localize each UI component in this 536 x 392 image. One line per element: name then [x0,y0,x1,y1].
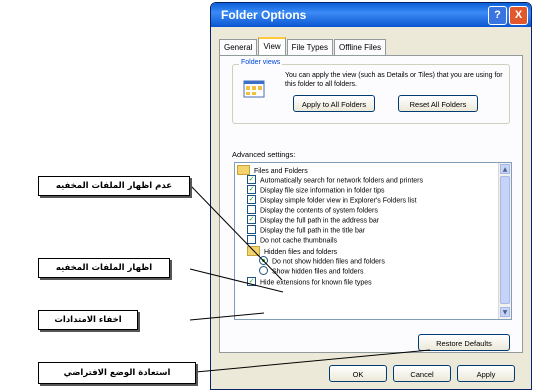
apply-button[interactable]: Apply [457,365,515,382]
folder-views-description: You can apply the view (such as Details … [285,72,503,88]
tree-scrollbar[interactable]: ▲ ▼ [498,163,511,319]
option-do-not-show-hidden[interactable]: Do not show hidden files and folders [259,256,385,267]
tab-general[interactable]: General [219,39,258,56]
checkbox[interactable]: ✓ [247,195,256,204]
tab-strip: General View File Types Offline Files [219,37,387,57]
dialog-title: Folder Options [221,8,307,22]
advanced-settings-tree[interactable]: Files and Folders ✓ Automatically search … [234,162,512,320]
radio-button[interactable] [259,256,268,265]
option-file-size-tips[interactable]: ✓ Display file size information in folder… [247,185,385,196]
cancel-button[interactable]: Cancel [393,365,451,382]
option-full-path-address-bar[interactable]: ✓ Display the full path in the address ba… [247,215,379,226]
option-system-folder-contents[interactable]: Display the contents of system folders [247,205,378,216]
checkbox[interactable] [247,235,256,244]
advanced-settings-label: Advanced settings: [232,150,296,159]
tab-file-types[interactable]: File Types [286,39,333,56]
callout-hide-extensions: اخفاء الامتدادات [38,310,138,330]
ok-button[interactable]: OK [329,365,387,382]
scroll-down-arrow-icon[interactable]: ▼ [500,307,510,317]
restore-defaults-button[interactable]: Restore Defaults [418,334,510,351]
close-button[interactable]: X [509,6,528,25]
tab-view[interactable]: View [258,37,286,57]
checkbox[interactable]: ✓ [247,185,256,194]
help-button[interactable]: ? [488,6,507,25]
option-hide-extensions[interactable]: ✓ Hide extensions for known file types [247,277,372,288]
option-simple-folder-view[interactable]: ✓ Display simple folder view in Explorer'… [247,195,417,206]
option-no-cache-thumbnails[interactable]: Do not cache thumbnails [247,235,337,246]
folder-view-icon [243,80,265,98]
folder-views-title: Folder views [239,59,283,66]
reset-all-folders-button[interactable]: Reset All Folders [398,95,478,112]
radio-button[interactable] [259,266,268,275]
callout-show-hidden: اظهار الملفات المخفيه [38,258,170,278]
checkbox[interactable] [247,205,256,214]
option-show-hidden[interactable]: Show hidden files and folders [259,266,363,277]
folder-options-dialog: Folder Options ? X General View File Typ… [210,2,532,390]
checkbox[interactable]: ✓ [247,215,256,224]
scroll-thumb[interactable] [500,176,510,304]
view-tab-panel: Folder views You can apply the view (suc… [219,55,523,353]
checkbox[interactable] [247,225,256,234]
title-bar[interactable]: Folder Options ? X [211,3,531,27]
folder-icon [237,165,250,175]
callout-restore-defaults: استعادة الوضع الافتراضي [38,362,196,384]
checkbox[interactable]: ✓ [247,277,256,286]
scroll-up-arrow-icon[interactable]: ▲ [500,164,510,174]
folder-views-group: Folder views You can apply the view (suc… [232,59,510,124]
checkbox[interactable]: ✓ [247,175,256,184]
tab-offline-files[interactable]: Offline Files [333,39,387,56]
apply-to-all-folders-button[interactable]: Apply to All Folders [293,95,375,112]
folder-icon [247,246,260,256]
option-full-path-title-bar[interactable]: Display the full path in the title bar [247,225,365,236]
callout-dont-show-hidden: عدم اظهار الملفات المخفيه [38,176,190,196]
option-search-network-folders[interactable]: ✓ Automatically search for network folder… [247,175,423,186]
